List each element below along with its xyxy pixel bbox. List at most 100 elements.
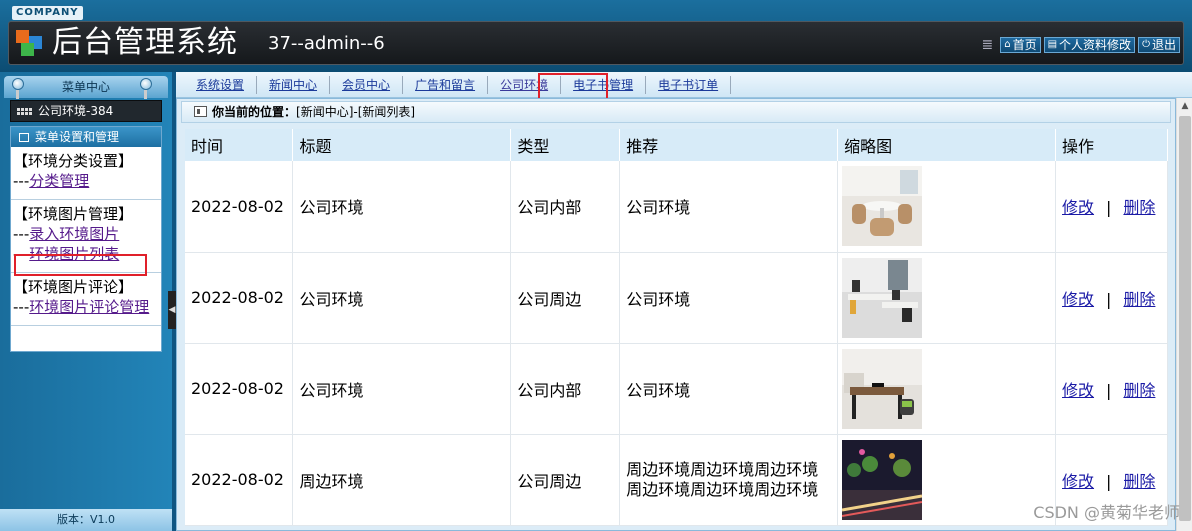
tab-ebook-manage[interactable]: 电子书管理 bbox=[561, 75, 647, 94]
cell-title: 公司环境 bbox=[292, 161, 512, 253]
cell-type: 公司周边 bbox=[510, 252, 621, 344]
table-row: 2022-08-02 公司环境 公司内部 公司环境 修改 | 删除 bbox=[185, 343, 1168, 435]
tab-news-center[interactable]: 新闻中心 bbox=[257, 75, 331, 94]
menu-box-title-label: 菜单设置和管理 bbox=[35, 130, 120, 144]
company-label: COMPANY bbox=[12, 6, 83, 20]
menu-item-prefix: --- bbox=[13, 298, 30, 316]
delete-link[interactable]: 删除 bbox=[1123, 290, 1155, 309]
menu-box-title: 菜单设置和管理 bbox=[11, 127, 161, 147]
menu-center-title: 菜单中心 bbox=[61, 80, 110, 94]
vertical-scrollbar[interactable]: ▲ bbox=[1176, 98, 1192, 531]
tab-member-center[interactable]: 会员中心 bbox=[330, 75, 404, 94]
profile-label: 个人资料修改 bbox=[1059, 38, 1132, 52]
logout-button[interactable]: ⏻ 退出 bbox=[1138, 37, 1180, 53]
cell-thumbnail bbox=[837, 434, 1057, 526]
col-title: 标题 bbox=[292, 129, 512, 161]
user-info: 37--admin--6 bbox=[268, 33, 385, 54]
logo-icon bbox=[16, 30, 42, 56]
table-row: 2022-08-02 公司环境 公司周边 公司环境 修改 | 删除 bbox=[185, 252, 1168, 344]
breadcrumb-label: 你当前的位置： bbox=[212, 105, 297, 119]
cell-recommend: 周边环境周边环境周边环境周边环境周边环境周边环境 bbox=[619, 434, 839, 526]
thumbnail-image[interactable] bbox=[842, 166, 923, 247]
power-icon: ⏻ bbox=[1142, 39, 1150, 50]
pin-icon bbox=[140, 78, 152, 99]
edit-link[interactable]: 修改 bbox=[1062, 381, 1094, 400]
cell-title: 公司环境 bbox=[292, 252, 512, 344]
menu-link-category-manage[interactable]: 分类管理 bbox=[29, 172, 89, 190]
edit-link[interactable]: 修改 bbox=[1062, 290, 1094, 309]
cell-time: 2022-08-02 bbox=[185, 252, 294, 344]
top-nav: 系统设置 新闻中心 会员中心 广告和留言 公司环境 电子书管理 电子书订单 bbox=[176, 72, 1192, 98]
menu-item: ---分类管理 bbox=[13, 171, 161, 191]
col-type: 类型 bbox=[510, 129, 621, 161]
scroll-thumb[interactable] bbox=[1179, 116, 1191, 521]
action-separator: | bbox=[1106, 289, 1112, 309]
tab-ads-messages[interactable]: 广告和留言 bbox=[403, 75, 489, 94]
delete-link[interactable]: 删除 bbox=[1123, 381, 1155, 400]
cell-thumbnail bbox=[837, 161, 1057, 253]
main-content: 你当前的位置：[新闻中心]-[新闻列表] 时间 标题 类型 推荐 缩略图 操作 … bbox=[176, 98, 1176, 531]
cell-time: 2022-08-02 bbox=[185, 343, 294, 435]
watermark: CSDN @黄菊华老师 bbox=[1033, 503, 1180, 522]
breadcrumb: 你当前的位置：[新闻中心]-[新闻列表] bbox=[181, 101, 1171, 123]
collapse-sidebar-button[interactable]: ◀ bbox=[168, 291, 176, 329]
menu-group-title: 【环境图片管理】 bbox=[13, 205, 134, 223]
current-section-label: 公司环境-384 bbox=[38, 104, 114, 118]
app-header: COMPANY 后台管理系统 37--admin--6 ≣ ⌂ 首页 ▤ 个人资… bbox=[0, 0, 1192, 72]
cell-type: 公司内部 bbox=[510, 161, 621, 253]
grip-icon bbox=[168, 79, 180, 91]
location-icon bbox=[194, 106, 207, 117]
action-separator: | bbox=[1106, 198, 1112, 218]
delete-link[interactable]: 删除 bbox=[1123, 198, 1155, 217]
action-separator: | bbox=[1106, 380, 1112, 400]
menu-link-image-list[interactable]: 环境图片列表 bbox=[29, 245, 119, 263]
table-row: 2022-08-02 周边环境 公司周边 周边环境周边环境周边环境周边环境周边环… bbox=[185, 434, 1168, 526]
grid-icon bbox=[17, 107, 32, 115]
menu-link-add-image[interactable]: 录入环境图片 bbox=[29, 225, 119, 243]
home-label: 首页 bbox=[1012, 38, 1037, 52]
col-time: 时间 bbox=[185, 129, 294, 161]
menu-group-images: 【环境图片管理】 ---录入环境图片 ---环境图片列表 bbox=[11, 200, 161, 273]
cell-recommend: 公司环境 bbox=[619, 343, 839, 435]
cell-actions: 修改 | 删除 bbox=[1055, 252, 1168, 344]
header-links: ≣ ⌂ 首页 ▤ 个人资料修改 ⏻ 退出 bbox=[981, 37, 1180, 53]
delete-link[interactable]: 删除 bbox=[1123, 472, 1155, 491]
tab-system-settings[interactable]: 系统设置 bbox=[184, 75, 258, 94]
cell-type: 公司周边 bbox=[510, 434, 621, 526]
menu-item-prefix: --- bbox=[13, 245, 30, 263]
sidebar: 菜单中心 公司环境-384 菜单设置和管理 【环境分类设置】 ---分类管理 【… bbox=[0, 72, 172, 531]
cell-time: 2022-08-02 bbox=[185, 161, 294, 253]
col-thumbnail: 缩略图 bbox=[837, 129, 1057, 161]
thumbnail-image[interactable] bbox=[842, 348, 923, 429]
cell-actions: 修改 | 删除 bbox=[1055, 161, 1168, 253]
action-separator: | bbox=[1106, 471, 1112, 491]
cell-recommend: 公司环境 bbox=[619, 252, 839, 344]
profile-edit-button[interactable]: ▤ 个人资料修改 bbox=[1043, 37, 1136, 53]
table-header-row: 时间 标题 类型 推荐 缩略图 操作 bbox=[185, 129, 1168, 161]
home-button[interactable]: ⌂ 首页 bbox=[1000, 37, 1041, 53]
edit-link[interactable]: 修改 bbox=[1062, 472, 1094, 491]
menu-link-comment-manage[interactable]: 环境图片评论管理 bbox=[29, 298, 149, 316]
cell-title: 周边环境 bbox=[292, 434, 512, 526]
cell-thumbnail bbox=[837, 252, 1057, 344]
cell-recommend: 公司环境 bbox=[619, 161, 839, 253]
pin-icon bbox=[12, 78, 24, 99]
menu-item: ---环境图片评论管理 bbox=[13, 297, 161, 317]
menu-group-comments: 【环境图片评论】 ---环境图片评论管理 bbox=[11, 273, 161, 326]
menu-group-title: 【环境图片评论】 bbox=[13, 278, 134, 296]
thumbnail-image[interactable] bbox=[842, 439, 923, 520]
tab-ebook-orders[interactable]: 电子书订单 bbox=[646, 75, 732, 94]
thumbnail-image[interactable] bbox=[842, 257, 923, 338]
menu-group-title: 【环境分类设置】 bbox=[13, 152, 134, 170]
environment-table: 时间 标题 类型 推荐 缩略图 操作 2022-08-02 公司环境 公司内部 … bbox=[185, 129, 1168, 526]
menu-item: ---录入环境图片 bbox=[13, 224, 161, 244]
tab-company-environment[interactable]: 公司环境 bbox=[488, 75, 562, 94]
edit-link[interactable]: 修改 bbox=[1062, 198, 1094, 217]
menu-group-category: 【环境分类设置】 ---分类管理 bbox=[11, 147, 161, 200]
table-row: 2022-08-02 公司环境 公司内部 公司环境 修改 | 删除 bbox=[185, 161, 1168, 253]
cell-time: 2022-08-02 bbox=[185, 434, 294, 526]
current-section: 公司环境-384 bbox=[10, 100, 162, 122]
cell-thumbnail bbox=[837, 343, 1057, 435]
scroll-up-icon[interactable]: ▲ bbox=[1177, 98, 1192, 114]
menu-item: ---环境图片列表 bbox=[13, 244, 161, 264]
